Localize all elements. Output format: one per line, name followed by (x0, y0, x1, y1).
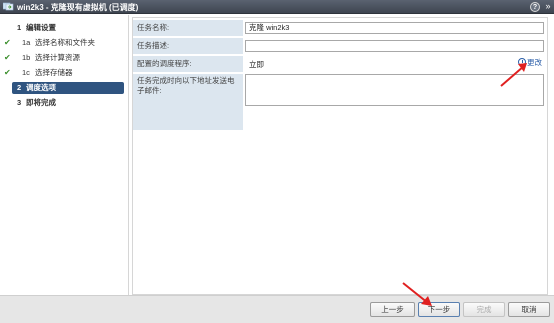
next-button[interactable]: 下一步 (418, 302, 460, 317)
step-number: 1c (22, 68, 30, 77)
back-button[interactable]: 上一步 (370, 302, 415, 317)
nav-step-select-name-folder[interactable]: ✔ 1a 选择名称和文件夹 (0, 37, 126, 49)
scheduler-row: 配置的调度程序: 立即 更改 (133, 56, 547, 72)
email-row: 任务完成时向以下地址发送电子邮件: (133, 74, 547, 130)
task-desc-row: 任务描述: (133, 38, 547, 54)
task-name-row: 任务名称: 克隆 win2k3 (133, 20, 547, 36)
step-label: 选择计算资源 (35, 53, 80, 62)
step-number: 1a (22, 38, 31, 47)
step-number: 2 (17, 83, 22, 92)
window-title: win2k3 - 克隆现有虚拟机 (已调度) (17, 3, 139, 12)
cancel-button[interactable]: 取消 (508, 302, 550, 317)
schedule-options-panel: 任务名称: 克隆 win2k3 任务描述: 配置的调度程序: 立即 更改 任务完… (132, 17, 548, 295)
task-name-label: 任务名称: (133, 20, 243, 36)
task-desc-label: 任务描述: (133, 38, 243, 54)
nav-step-ready-to-complete[interactable]: 3 即将完成 (0, 97, 126, 109)
expand-icon[interactable]: » (543, 2, 553, 12)
scheduler-value: 立即 (249, 60, 264, 69)
nav-step-select-storage[interactable]: ✔ 1c 选择存储器 (0, 67, 126, 79)
change-schedule-link[interactable]: 更改 (518, 58, 542, 68)
step-number: 3 (17, 98, 22, 107)
help-icon[interactable]: ? (530, 2, 540, 12)
wizard-footer: 上一步 下一步 完成 取消 (0, 295, 554, 323)
scheduler-label: 配置的调度程序: (133, 56, 243, 72)
step-label: 调度选项 (26, 83, 56, 92)
email-label: 任务完成时向以下地址发送电子邮件: (133, 74, 243, 130)
nav-step-select-compute[interactable]: ✔ 1b 选择计算资源 (0, 52, 126, 64)
wizard-steps-nav: 1 编辑设置 ✔ 1a 选择名称和文件夹 ✔ 1b 选择计算资源 ✔ 1c 选择… (0, 15, 129, 295)
step-label: 选择存储器 (35, 68, 73, 77)
nav-step-edit-settings[interactable]: 1 编辑设置 (0, 22, 126, 34)
title-bar: win2k3 - 克隆现有虚拟机 (已调度) ? » (0, 0, 554, 14)
step-label: 即将完成 (26, 98, 56, 107)
change-link-label: 更改 (527, 58, 542, 67)
step-label: 选择名称和文件夹 (35, 38, 95, 47)
task-name-input[interactable]: 克隆 win2k3 (245, 22, 544, 34)
clock-icon (518, 58, 526, 66)
check-icon: ✔ (4, 68, 11, 77)
check-icon: ✔ (4, 38, 11, 47)
task-desc-input[interactable] (245, 40, 544, 52)
email-textarea[interactable] (245, 74, 544, 106)
step-label: 编辑设置 (26, 23, 56, 32)
step-number: 1 (17, 23, 22, 32)
step-number: 1b (22, 53, 31, 62)
vm-clone-icon (3, 2, 14, 11)
check-icon: ✔ (4, 53, 11, 62)
nav-step-schedule-options[interactable]: 2 调度选项 (12, 82, 124, 94)
finish-button[interactable]: 完成 (463, 302, 505, 317)
